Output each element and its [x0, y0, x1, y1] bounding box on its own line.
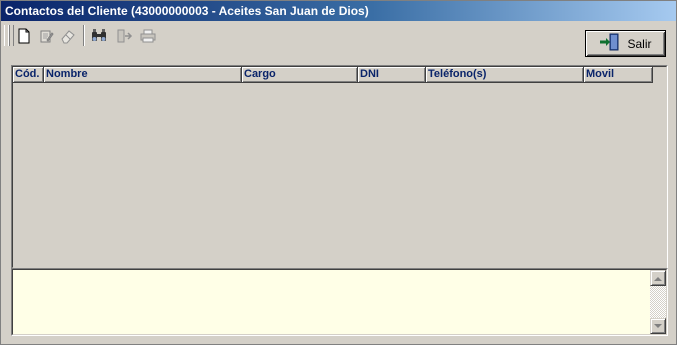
- printer-icon: [139, 28, 157, 44]
- search-button[interactable]: [88, 25, 110, 47]
- eraser-icon: [60, 28, 76, 44]
- edit-button[interactable]: [35, 25, 57, 47]
- column-header-telefonos[interactable]: Teléfono(s): [426, 67, 584, 83]
- exit-door-icon: [599, 33, 621, 54]
- window-title: Contactos del Cliente (43000000003 - Ace…: [1, 1, 676, 21]
- scroll-up-button[interactable]: [650, 270, 666, 286]
- toolbar-separator: [83, 25, 85, 46]
- contacts-window: Contactos del Cliente (43000000003 - Ace…: [0, 0, 677, 345]
- new-document-icon: [16, 28, 32, 44]
- column-header-nombre[interactable]: Nombre: [44, 67, 242, 83]
- column-header-movil[interactable]: Movil: [584, 67, 653, 83]
- export-icon: [116, 28, 134, 44]
- memo-vertical-scrollbar[interactable]: [650, 270, 666, 334]
- new-button[interactable]: [13, 25, 35, 47]
- scroll-down-button[interactable]: [650, 318, 666, 334]
- contacts-grid-body: Cód. Nombre Cargo DNI Teléfono(s) Movil: [12, 66, 667, 268]
- delete-button[interactable]: [57, 25, 79, 47]
- notes-memo-field[interactable]: [12, 269, 667, 335]
- column-header-dni[interactable]: DNI: [358, 67, 426, 83]
- binoculars-icon: [90, 28, 108, 44]
- contacts-grid[interactable]: Cód. Nombre Cargo DNI Teléfono(s) Movil: [11, 65, 668, 269]
- notes-memo[interactable]: [11, 268, 668, 336]
- export-button[interactable]: [114, 25, 136, 47]
- column-header-cargo[interactable]: Cargo: [242, 67, 358, 83]
- exit-button[interactable]: Salir: [585, 30, 666, 57]
- edit-icon: [38, 28, 54, 44]
- arrow-down-icon: [654, 320, 662, 332]
- arrow-up-icon: [654, 272, 662, 284]
- column-header-cod[interactable]: Cód.: [13, 67, 44, 83]
- print-button[interactable]: [137, 25, 159, 47]
- exit-button-label: Salir: [627, 36, 652, 51]
